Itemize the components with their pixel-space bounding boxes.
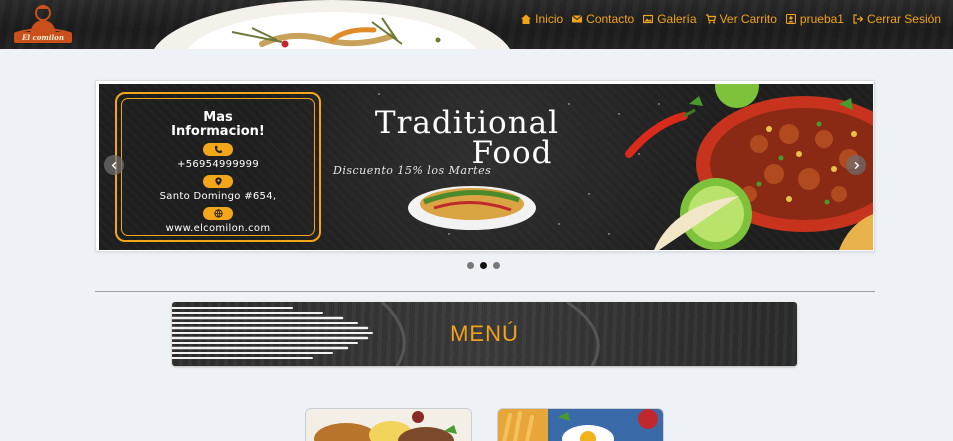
slide-subline: Discuento 15% los Martes [333,164,492,177]
carousel-slide: Mas Informacion! +56954999999 Santo Domi… [99,84,873,250]
promo-carousel: Mas Informacion! +56954999999 Santo Domi… [95,80,875,252]
nav-inicio[interactable]: Inicio [521,12,563,26]
globe-icon [203,207,233,220]
menu-item-image [498,409,663,441]
menu-item-image [306,409,471,441]
home-icon [521,14,532,24]
nav-ver-carrito[interactable]: Ver Carrito [705,11,777,26]
brand-logo[interactable]: El comilon [12,3,74,45]
contact-info-card: Mas Informacion! +56954999999 Santo Domi… [115,92,321,242]
section-divider [95,291,875,292]
nav-links: Inicio Contacto Galería Ver Carrito prue… [521,0,941,37]
phone-icon [203,143,233,156]
info-website: www.elcomilon.com [165,223,271,234]
info-address: Santo Domingo #654, [159,191,277,202]
carousel-indicator-3[interactable] [493,262,500,269]
menu-item-card[interactable] [305,408,472,441]
slide-headline: Traditional Food [342,108,592,169]
info-phone: +56954999999 [177,159,259,170]
carousel-prev-button[interactable] [104,155,124,175]
menu-banner: MENÚ [172,302,797,366]
carousel-next-button[interactable] [846,155,866,175]
envelope-icon [572,14,583,24]
location-pin-icon [203,175,233,188]
top-navbar: El comilon Inicio Contacto Galería Ver C… [0,0,953,49]
cart-icon [705,13,716,24]
carousel-indicator-2[interactable] [480,262,487,269]
nav-username-label: prueba1 [799,11,844,26]
info-title-line1: Mas [203,110,233,125]
nav-user-profile[interactable]: prueba1 [785,11,844,26]
chevron-right-icon [854,161,859,169]
user-icon [785,13,796,24]
logo-text: El comilon [14,32,72,43]
chevron-left-icon [111,161,116,169]
info-title-line2: Informacion! [171,124,265,139]
carousel-indicators [467,262,500,269]
nav-cerrar-sesion-label: Cerrar Sesión [866,11,941,26]
carousel-indicator-1[interactable] [467,262,474,269]
nav-inicio-label: Inicio [535,11,564,26]
logout-icon [853,13,863,24]
nav-contacto-label: Contacto [586,11,635,26]
nav-galeria-label: Galería [657,11,697,26]
menu-item-card[interactable] [497,408,664,441]
nav-ver-carrito-label: Ver Carrito [719,11,777,26]
nav-contacto[interactable]: Contacto [572,12,634,26]
nav-cerrar-sesion[interactable]: Cerrar Sesión [853,12,941,26]
image-icon [643,14,654,24]
nav-galeria[interactable]: Galería [643,11,697,26]
menu-title: MENÚ [450,321,519,346]
navbar-plate-image [142,0,522,49]
